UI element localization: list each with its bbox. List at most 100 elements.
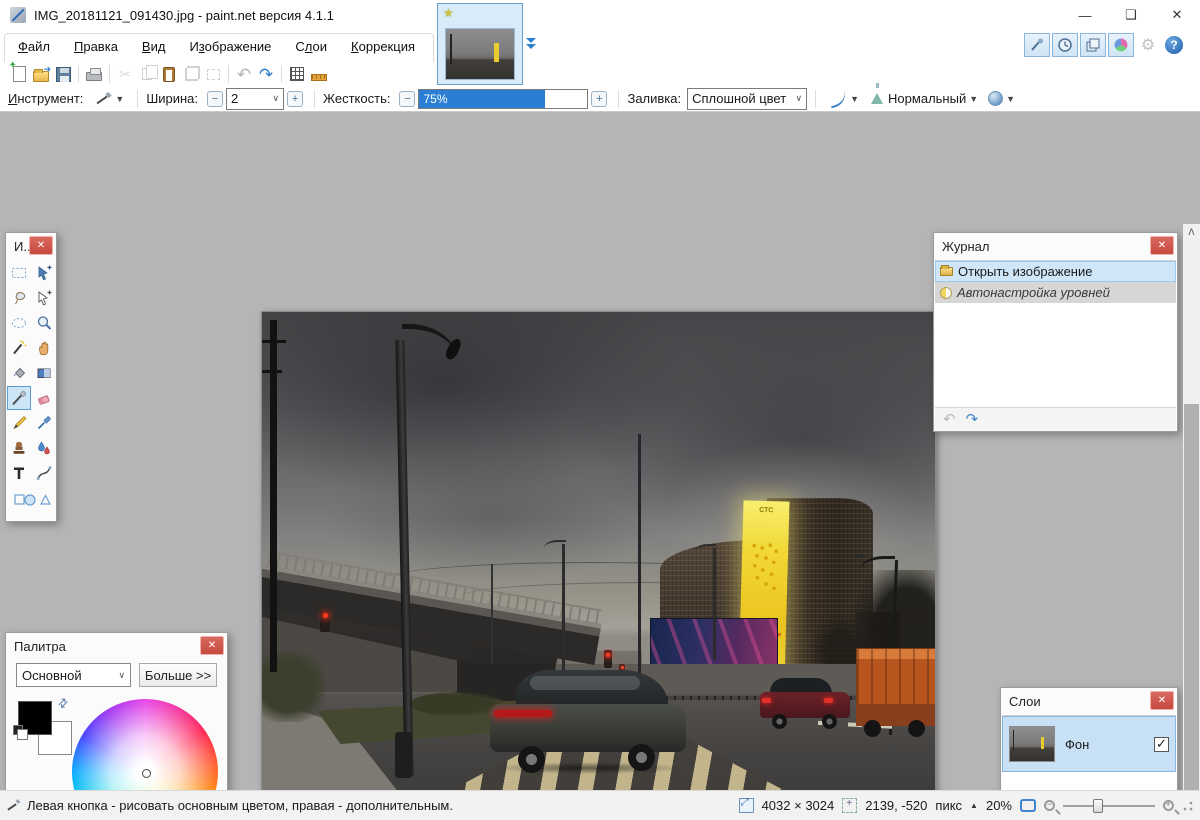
sampling-button[interactable]: ▼ (983, 89, 1020, 108)
photo-suv (490, 664, 686, 774)
cut-button[interactable]: ✂ (114, 63, 136, 85)
rulers-button[interactable] (308, 63, 330, 85)
history-undo-button[interactable]: ↶ (943, 410, 956, 428)
tool-lasso-select[interactable] (7, 286, 31, 310)
tool-zoom[interactable] (32, 311, 56, 335)
color-mode-value: Основной (22, 668, 82, 683)
image-tab[interactable]: ★ (437, 3, 523, 85)
redo-button[interactable]: ↷ (255, 63, 277, 85)
wrench-icon (1029, 37, 1045, 53)
tools-close-button[interactable]: ✕ (29, 236, 53, 255)
tool-move-selected-pixels[interactable] (32, 261, 56, 285)
open-button[interactable] (30, 63, 52, 85)
deselect-button[interactable] (202, 63, 224, 85)
current-tool-button[interactable]: ▼ (89, 88, 129, 110)
vertical-scrollbar-thumb[interactable] (1184, 404, 1199, 820)
zoom-to-window-button[interactable] (1020, 799, 1036, 812)
crop-button[interactable] (180, 63, 202, 85)
history-close-button[interactable]: ✕ (1150, 236, 1174, 255)
colors-close-button[interactable]: ✕ (200, 636, 224, 655)
color-mode-combo[interactable]: Основной ∨ (16, 663, 131, 687)
tool-ellipse-select[interactable] (7, 311, 31, 335)
zoom-slider-thumb[interactable] (1093, 799, 1103, 813)
reset-colors-icon[interactable] (13, 725, 23, 735)
menu-edit[interactable]: Правка (64, 35, 128, 58)
blend-mode-button[interactable]: Нормальный ▼ (864, 89, 983, 108)
width-increase-button[interactable]: + (287, 91, 303, 107)
maximize-button[interactable]: ❑ (1108, 0, 1154, 30)
units-dropdown-icon[interactable]: ▲ (970, 801, 978, 810)
tool-rectangle-select[interactable] (7, 261, 31, 285)
history-redo-button[interactable]: ↷ (966, 410, 979, 428)
tool-pencil[interactable] (7, 411, 31, 435)
width-label: Ширина: (146, 91, 198, 106)
copy-icon (142, 68, 152, 80)
tool-eraser[interactable] (32, 386, 56, 410)
image-list-chevron-icon[interactable] (524, 38, 539, 51)
history-window-toggle[interactable] (1052, 33, 1078, 57)
menu-image[interactable]: Изображение (179, 35, 281, 58)
layer-row-background[interactable]: Фон (1002, 716, 1176, 772)
more-button[interactable]: Больше >> (139, 663, 217, 687)
save-button[interactable] (52, 63, 74, 85)
print-button[interactable] (83, 63, 105, 85)
vertical-scrollbar[interactable]: ᐱ ᐯ (1183, 224, 1200, 820)
zoom-out-button[interactable] (1044, 800, 1055, 811)
history-item-open-image[interactable]: Открыть изображение (935, 261, 1176, 282)
paste-button[interactable] (158, 63, 180, 85)
menu-view[interactable]: Вид (132, 35, 176, 58)
tool-magic-wand[interactable] (7, 336, 31, 360)
width-combo[interactable]: 2 ∨ (226, 88, 284, 110)
tool-color-picker[interactable] (32, 411, 56, 435)
hardness-field[interactable]: 75% (418, 89, 588, 109)
copy-button[interactable] (136, 63, 158, 85)
zoom-percent-value[interactable]: 20% (986, 798, 1012, 813)
zoom-slider[interactable] (1063, 798, 1155, 814)
colors-window-toggle[interactable] (1108, 33, 1134, 57)
antialiasing-button[interactable]: ▼ (824, 90, 864, 108)
tool-recolor[interactable] (32, 436, 56, 460)
new-image-button[interactable] (8, 63, 30, 85)
units-value[interactable]: пикс (935, 798, 962, 813)
title-bar[interactable]: IMG_20181121_091430.jpg - paint.net верс… (0, 0, 1200, 30)
photo-traffic-light (320, 610, 330, 632)
minimize-button[interactable]: — (1062, 0, 1108, 30)
tool-gradient[interactable] (32, 361, 56, 385)
swap-colors-icon[interactable]: ⇄ (55, 694, 72, 711)
help-button[interactable]: ? (1162, 33, 1186, 57)
tool-clone-stamp[interactable] (7, 436, 31, 460)
tool-pan[interactable] (32, 336, 56, 360)
zoom-in-button[interactable] (1163, 800, 1174, 811)
tool-paint-bucket[interactable] (7, 361, 31, 385)
chevron-down-icon: ▼ (850, 94, 859, 104)
tool-move-selection[interactable] (32, 286, 56, 310)
close-button[interactable]: ✕ (1154, 0, 1200, 30)
printer-icon (86, 72, 102, 81)
width-decrease-button[interactable]: − (207, 91, 223, 107)
tool-shapes[interactable] (7, 486, 56, 510)
scroll-up-icon[interactable]: ᐱ (1183, 224, 1200, 241)
menu-layers[interactable]: Слои (285, 35, 337, 58)
fill-style-value: Сплошной цвет (692, 91, 786, 106)
undo-button[interactable]: ↶ (233, 63, 255, 85)
tool-text[interactable] (7, 461, 31, 485)
canvas[interactable]: СТС С 19 НОЯБРЯ (261, 311, 936, 820)
hardness-increase-button[interactable]: + (591, 91, 607, 107)
history-item-auto-levels[interactable]: Автонастройка уровней (935, 282, 1176, 303)
menu-adjustments[interactable]: Коррекция (341, 35, 425, 58)
curve-icon (827, 89, 848, 108)
pixel-grid-button[interactable] (286, 63, 308, 85)
layer-visibility-checkbox[interactable] (1154, 737, 1169, 752)
layers-close-button[interactable]: ✕ (1150, 691, 1174, 710)
settings-button[interactable]: ⚙ (1136, 33, 1160, 57)
tools-window-toggle[interactable] (1024, 33, 1050, 57)
tool-line-curve[interactable] (32, 461, 56, 485)
status-bar: Левая кнопка - рисовать основным цветом,… (0, 790, 1200, 820)
layers-window-toggle[interactable] (1080, 33, 1106, 57)
chevron-down-icon: ∨ (119, 670, 126, 681)
fill-style-combo[interactable]: Сплошной цвет ∨ (687, 88, 807, 110)
resize-grip[interactable] (1182, 800, 1194, 812)
tool-paintbrush[interactable] (7, 386, 31, 410)
menu-file[interactable]: Файл (8, 35, 60, 58)
hardness-decrease-button[interactable]: − (399, 91, 415, 107)
